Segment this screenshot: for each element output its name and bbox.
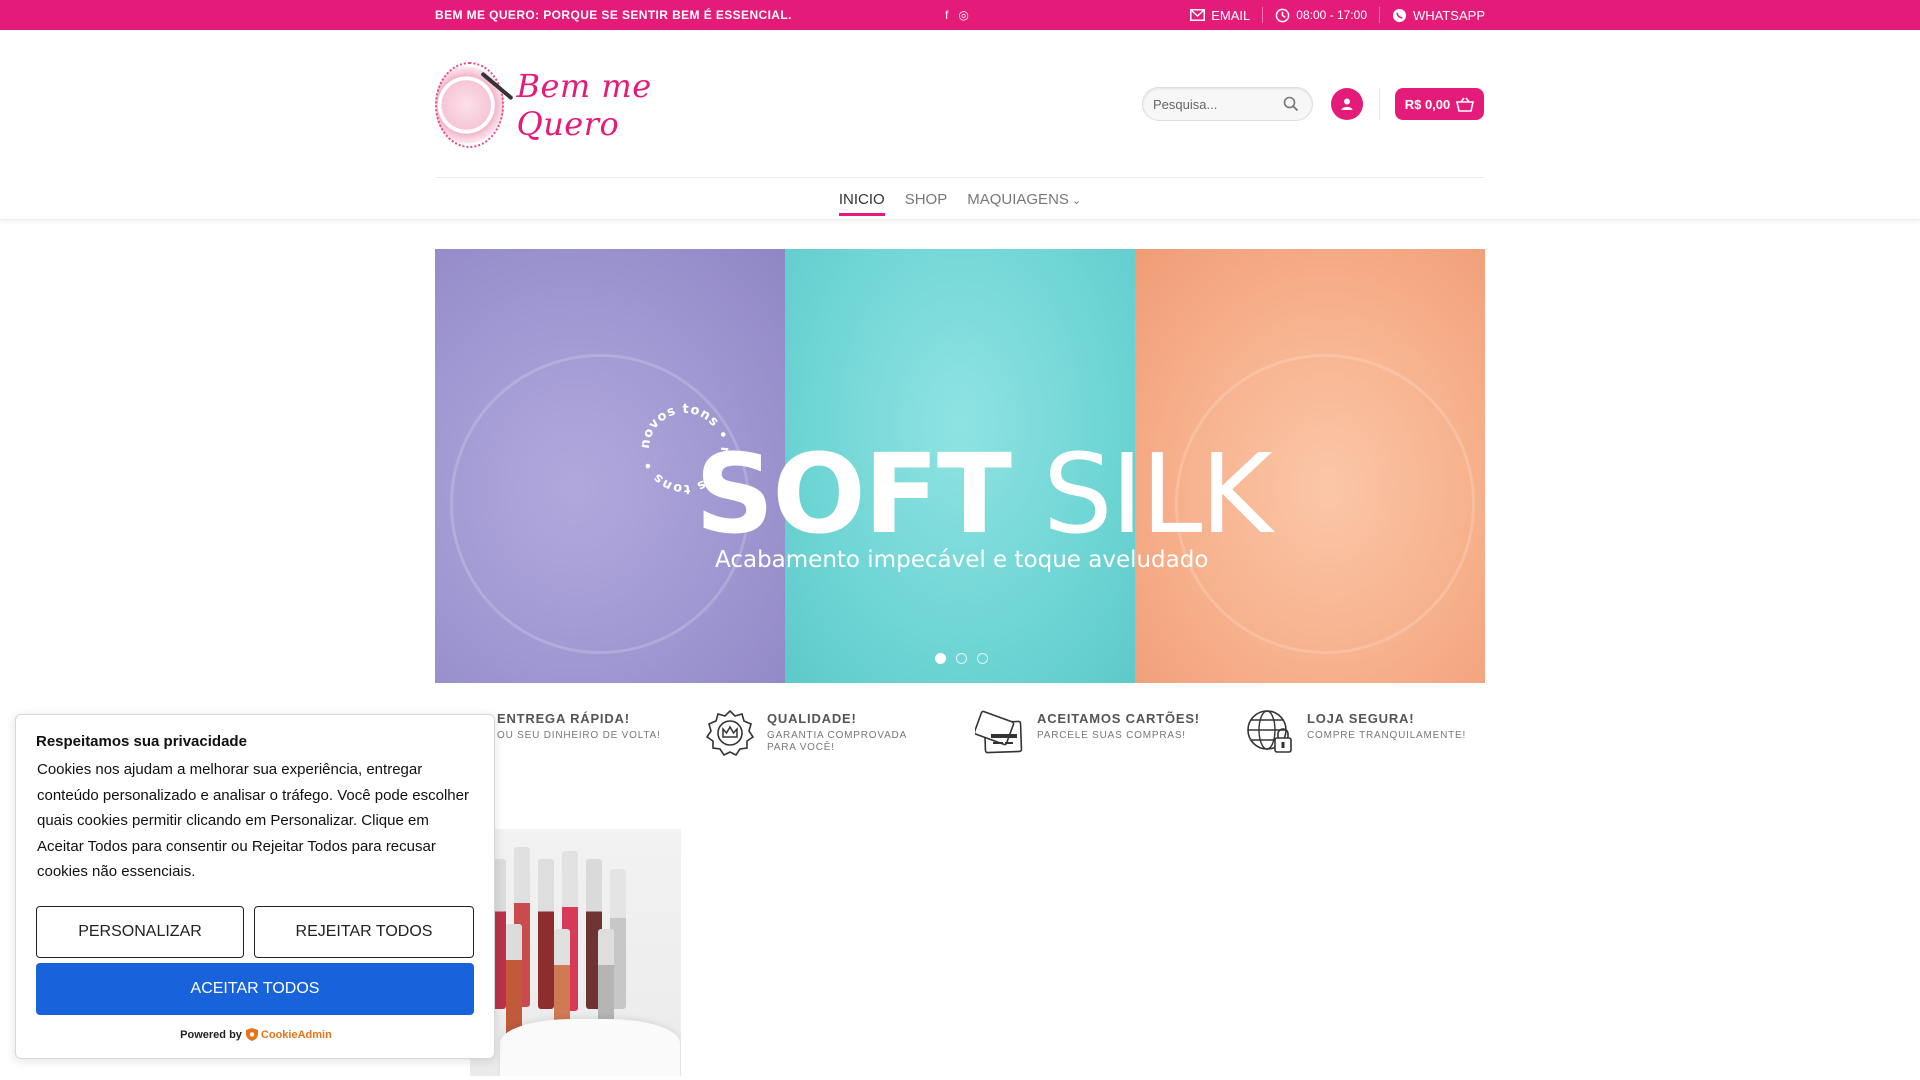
email-link[interactable]: EMAIL <box>1178 8 1262 23</box>
feature-strip: ENTREGA RÁPIDA! OU SEU DINHEIRO DE VOLTA… <box>435 708 1485 768</box>
nav-item-shop[interactable]: SHOP <box>905 187 948 212</box>
whatsapp-link[interactable]: WHATSAPP <box>1380 8 1485 23</box>
customize-button[interactable]: PERSONALIZAR <box>36 906 244 958</box>
product-image-lipgloss[interactable] <box>470 829 681 1076</box>
whatsapp-icon <box>1392 8 1407 22</box>
accept-all-button[interactable]: ACEITAR TODOS <box>36 963 474 1015</box>
chevron-down-icon: ⌄ <box>1071 194 1082 207</box>
powered-by[interactable]: Powered by CookieAdmin <box>16 1028 496 1041</box>
cart-button[interactable]: R$ 0,00 <box>1395 88 1484 120</box>
account-button[interactable] <box>1331 88 1363 120</box>
cookie-title: Respeitamos sua privacidade <box>36 733 247 750</box>
slider-dots <box>935 653 988 664</box>
email-label: EMAIL <box>1211 7 1251 23</box>
reject-all-button[interactable]: REJEITAR TODOS <box>254 906 474 958</box>
slider-dot[interactable] <box>956 653 967 664</box>
makeup-logo-icon <box>435 62 505 148</box>
whatsapp-label: WHATSAPP <box>1413 7 1485 23</box>
user-icon <box>1341 98 1353 110</box>
divider <box>1379 88 1380 120</box>
feature-title: ENTREGA RÁPIDA! <box>497 711 630 726</box>
nav-item-maquiagens[interactable]: MAQUIAGENS ⌄ <box>967 187 1081 212</box>
search-input[interactable] <box>1153 96 1283 112</box>
cookie-description: Cookies nos ajudam a melhorar sua experi… <box>37 761 469 880</box>
clock-icon <box>1275 8 1290 22</box>
quality-badge-icon <box>705 708 755 758</box>
slider-dot[interactable] <box>935 653 946 664</box>
nav-item-label: MAQUIAGENS <box>967 190 1069 208</box>
cookie-consent-dialog: Respeitamos sua privacidade Cookies nos … <box>15 714 495 1059</box>
nav-item-inicio[interactable]: INICIO <box>838 187 885 216</box>
instagram-icon[interactable]: ◎ <box>958 8 968 22</box>
banner-title: SOFT SILK <box>695 439 1273 549</box>
main-nav: INICIO SHOP MAQUIAGENS ⌄ <box>435 177 1485 220</box>
cart-total: R$ 0,00 <box>1404 96 1451 112</box>
hours-label: 08:00 - 17:00 <box>1296 8 1367 22</box>
secure-globe-icon <box>1245 708 1295 758</box>
social-links: f ◎ <box>945 8 969 22</box>
slider-dot[interactable] <box>977 653 988 664</box>
feature-quality: QUALIDADE! GARANTIA COMPROVADA PARA VOCÊ… <box>705 708 917 768</box>
feature-title: ACEITAMOS CARTÕES! <box>1037 711 1200 726</box>
cookieadmin-brand: CookieAdmin <box>260 1028 332 1041</box>
powered-by-label: Powered by <box>180 1028 242 1041</box>
banner-subtitle: Acabamento impecável e toque aveludado <box>715 547 1209 573</box>
top-bar: BEM ME QUERO: PORQUE SE SENTIR BEM É ESS… <box>0 0 1920 30</box>
cookieadmin-logo: CookieAdmin <box>245 1028 332 1041</box>
feature-cards: ACEITAMOS CARTÕES! PARCELE SUAS COMPRAS! <box>975 708 1200 768</box>
feature-secure: LOJA SEGURA! COMPRE TRANQUILAMENTE! <box>1245 708 1466 768</box>
site-logo[interactable]: Bem me Quero <box>435 60 715 150</box>
banner-title-bold: SOFT <box>695 430 1012 558</box>
feature-subtitle: OU SEU DINHEIRO DE VOLTA! <box>497 730 661 741</box>
feature-subtitle: GARANTIA COMPROVADA PARA VOCÊ! <box>767 730 907 753</box>
feature-title: LOJA SEGURA! <box>1307 711 1415 726</box>
basket-icon <box>1456 97 1475 112</box>
envelope-icon <box>1190 9 1206 21</box>
banner-title-light: SILK <box>1009 430 1273 558</box>
feature-subtitle: PARCELE SUAS COMPRAS! <box>1037 730 1186 741</box>
top-bar-tagline: BEM ME QUERO: PORQUE SE SENTIR BEM É ESS… <box>435 8 792 22</box>
hero-slider[interactable]: novos tons • novos tons • SOFT SILK Acab… <box>435 249 1485 683</box>
search-box <box>1142 87 1313 121</box>
logo-text: Bem me Quero <box>516 67 652 143</box>
feature-title: QUALIDADE! <box>767 711 857 726</box>
facebook-icon[interactable]: f <box>945 8 948 22</box>
search-icon[interactable] <box>1283 96 1299 112</box>
opening-hours: 08:00 - 17:00 <box>1263 8 1379 23</box>
credit-card-icon <box>975 708 1025 758</box>
site-header: Bem me Quero R$ 0,00 INICIO SHOP MAQUIAG… <box>0 30 1920 220</box>
feature-subtitle: COMPRE TRANQUILAMENTE! <box>1307 730 1467 741</box>
shield-icon <box>245 1028 258 1041</box>
